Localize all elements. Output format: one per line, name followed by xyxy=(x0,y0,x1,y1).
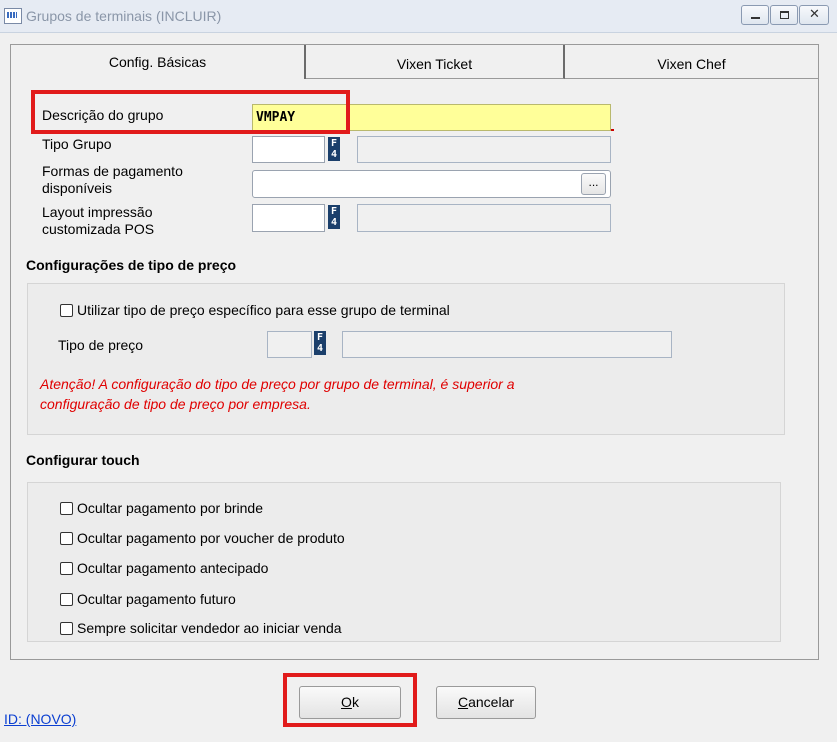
cancel-label: ancelar xyxy=(468,694,515,710)
tab-vixen-ticket[interactable]: Vixen Ticket xyxy=(306,45,565,79)
layout-f4-button[interactable]: F4 xyxy=(328,205,340,229)
formas-browse-button[interactable]: ... xyxy=(581,173,606,195)
tab-label: Vixen Ticket xyxy=(396,56,473,72)
restore-button[interactable] xyxy=(770,5,798,25)
id-link[interactable]: ID: (NOVO) xyxy=(4,711,76,727)
touch-checkbox-futuro[interactable] xyxy=(60,593,73,606)
highlight-box-ok xyxy=(283,673,417,727)
layout-label-line2: customizada POS xyxy=(42,221,155,237)
f4-label: F4 xyxy=(331,206,338,228)
price-specific-checkbox[interactable] xyxy=(60,304,73,317)
tipo-preco-f4-button[interactable]: F4 xyxy=(314,331,326,355)
minimize-button[interactable] xyxy=(741,5,769,25)
layout-label-line1: Layout impressão xyxy=(42,204,153,220)
close-button[interactable]: ✕ xyxy=(799,5,829,25)
touch-section-title: Configurar touch xyxy=(26,452,140,468)
tipo-preco-desc-field xyxy=(342,331,672,358)
price-section-title: Configurações de tipo de preço xyxy=(26,257,237,273)
tipo-preco-label: Tipo de preço xyxy=(58,337,144,353)
minimize-icon xyxy=(751,17,760,19)
highlight-box-descricao xyxy=(31,90,350,134)
restore-icon xyxy=(780,11,789,19)
touch-checkbox-vendedor[interactable] xyxy=(60,622,73,635)
tab-label: Config. Básicas xyxy=(108,54,207,70)
app-icon xyxy=(4,8,22,24)
tab-label: Vixen Chef xyxy=(657,56,726,72)
tab-vixen-chef[interactable]: Vixen Chef xyxy=(565,45,818,79)
warning-line1: Atenção! A configuração do tipo de preço… xyxy=(40,376,515,392)
field-marker xyxy=(611,129,614,131)
cancel-accelerator: C xyxy=(457,694,469,710)
touch-label-vendedor: Sempre solicitar vendedor ao iniciar ven… xyxy=(77,620,342,636)
formas-pagamento-input[interactable] xyxy=(252,170,611,198)
footer-bar xyxy=(0,666,837,742)
tipo-grupo-f4-button[interactable]: F4 xyxy=(328,137,340,161)
cancel-button[interactable]: Cancelar xyxy=(436,686,536,719)
formas-label-line2: disponíveis xyxy=(42,180,113,196)
f4-label: F4 xyxy=(317,332,324,354)
layout-code-input[interactable] xyxy=(252,204,325,232)
close-icon: ✕ xyxy=(809,7,820,22)
f4-label: F4 xyxy=(331,138,338,160)
touch-checkbox-voucher[interactable] xyxy=(60,532,73,545)
touch-label-antecipado: Ocultar pagamento antecipado xyxy=(77,560,269,576)
touch-checkbox-antecipado[interactable] xyxy=(60,562,73,575)
browse-label: ... xyxy=(588,175,599,189)
tipo-grupo-label: Tipo Grupo xyxy=(42,136,112,152)
tipo-grupo-code-input[interactable] xyxy=(252,136,325,163)
touch-label-futuro: Ocultar pagamento futuro xyxy=(77,591,236,607)
tipo-grupo-desc-field xyxy=(357,136,611,163)
tab-config-basicas[interactable]: Config. Básicas xyxy=(11,45,306,79)
formas-label-line1: Formas de pagamento xyxy=(42,163,183,179)
warning-line2: configuração de tipo de preço por empres… xyxy=(40,396,311,412)
touch-checkbox-brinde[interactable] xyxy=(60,502,73,515)
tipo-preco-code-input xyxy=(267,331,312,358)
touch-label-brinde: Ocultar pagamento por brinde xyxy=(77,500,263,516)
window-title: Grupos de terminais (INCLUIR) xyxy=(26,8,222,24)
price-specific-label: Utilizar tipo de preço específico para e… xyxy=(77,302,450,318)
layout-desc-field xyxy=(357,204,611,232)
touch-label-voucher: Ocultar pagamento por voucher de produto xyxy=(77,530,345,546)
